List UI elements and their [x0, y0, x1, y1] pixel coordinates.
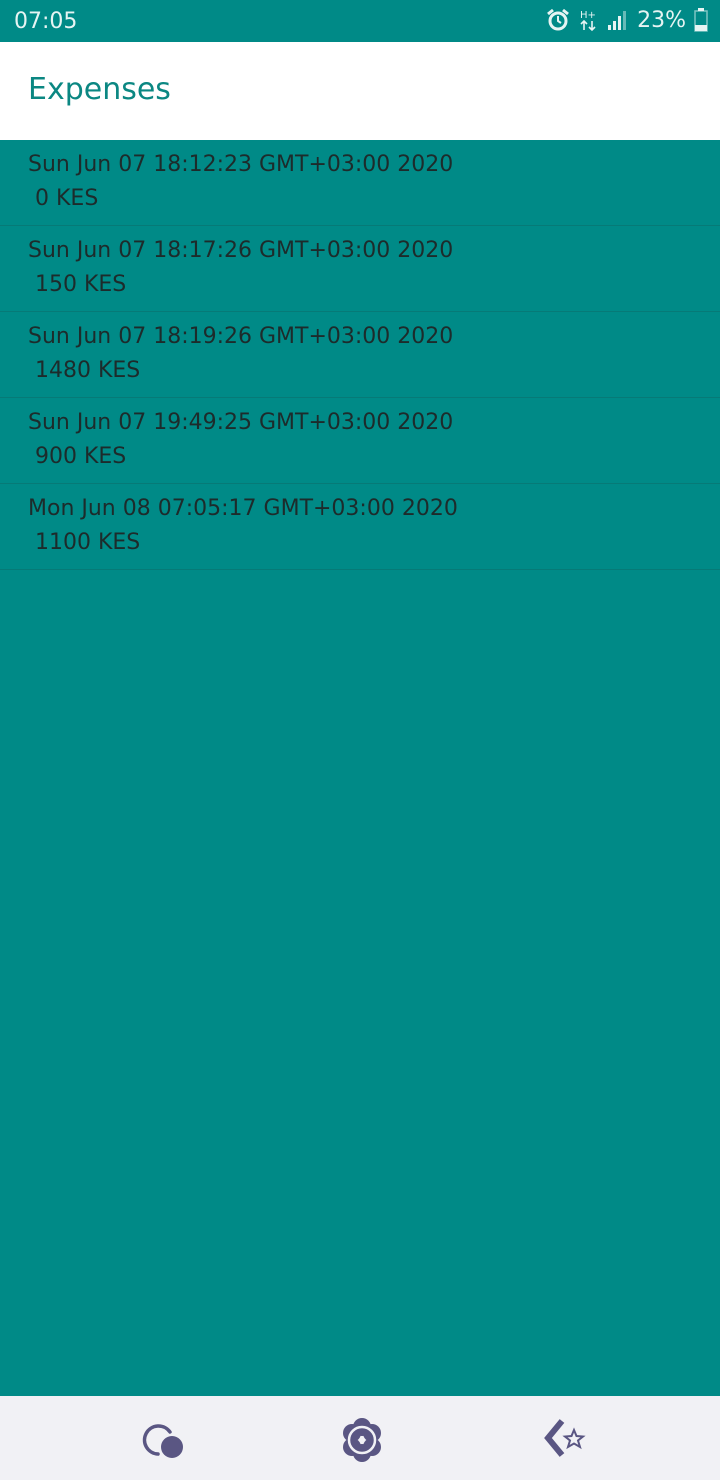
battery-icon [694, 8, 708, 32]
status-time: 07:05 [14, 9, 78, 34]
back-icon [540, 1414, 592, 1466]
expense-date: Sun Jun 07 18:17:26 GMT+03:00 2020 [28, 238, 454, 263]
network-hplus-icon: H+ [579, 7, 599, 33]
home-button[interactable] [336, 1414, 388, 1466]
signal-icon [607, 9, 629, 31]
expense-amount: 0 KES [35, 186, 99, 211]
home-icon [336, 1414, 388, 1466]
expense-date: Sun Jun 07 18:12:23 GMT+03:00 2020 [28, 152, 454, 177]
expense-date: Mon Jun 08 07:05:17 GMT+03:00 2020 [28, 496, 458, 521]
app-screen: 07:05 H+ 23% Expenses Sun Jun 07 18:12:2… [0, 0, 720, 1480]
expense-row[interactable]: Sun Jun 07 18:17:26 GMT+03:00 2020 150 K… [0, 226, 720, 312]
expense-amount: 150 KES [35, 272, 127, 297]
status-bar: 07:05 H+ 23% [0, 0, 720, 42]
alarm-icon [545, 7, 571, 33]
expense-row[interactable]: Sun Jun 07 19:49:25 GMT+03:00 2020 900 K… [0, 398, 720, 484]
expense-row[interactable]: Mon Jun 08 07:05:17 GMT+03:00 2020 1100 … [0, 484, 720, 570]
status-icons: H+ 23% [545, 7, 708, 33]
expense-amount: 1100 KES [35, 530, 141, 555]
system-nav-bar [0, 1396, 720, 1480]
back-button[interactable] [540, 1414, 592, 1466]
battery-percent: 23% [637, 7, 686, 33]
expense-row[interactable]: Sun Jun 07 18:12:23 GMT+03:00 2020 0 KES [0, 140, 720, 226]
expense-amount: 1480 KES [35, 358, 141, 383]
expense-amount: 900 KES [35, 444, 127, 469]
expense-date: Sun Jun 07 19:49:25 GMT+03:00 2020 [28, 410, 454, 435]
expense-list: Sun Jun 07 18:12:23 GMT+03:00 2020 0 KES… [0, 140, 720, 570]
expense-row[interactable]: Sun Jun 07 18:19:26 GMT+03:00 2020 1480 … [0, 312, 720, 398]
expense-date: Sun Jun 07 18:19:26 GMT+03:00 2020 [28, 324, 454, 349]
recent-apps-icon [136, 1418, 188, 1462]
page-title: Expenses [28, 72, 171, 107]
app-bar: Expenses [0, 42, 720, 140]
recent-apps-button[interactable] [136, 1414, 188, 1466]
network-label: H+ [580, 10, 596, 21]
